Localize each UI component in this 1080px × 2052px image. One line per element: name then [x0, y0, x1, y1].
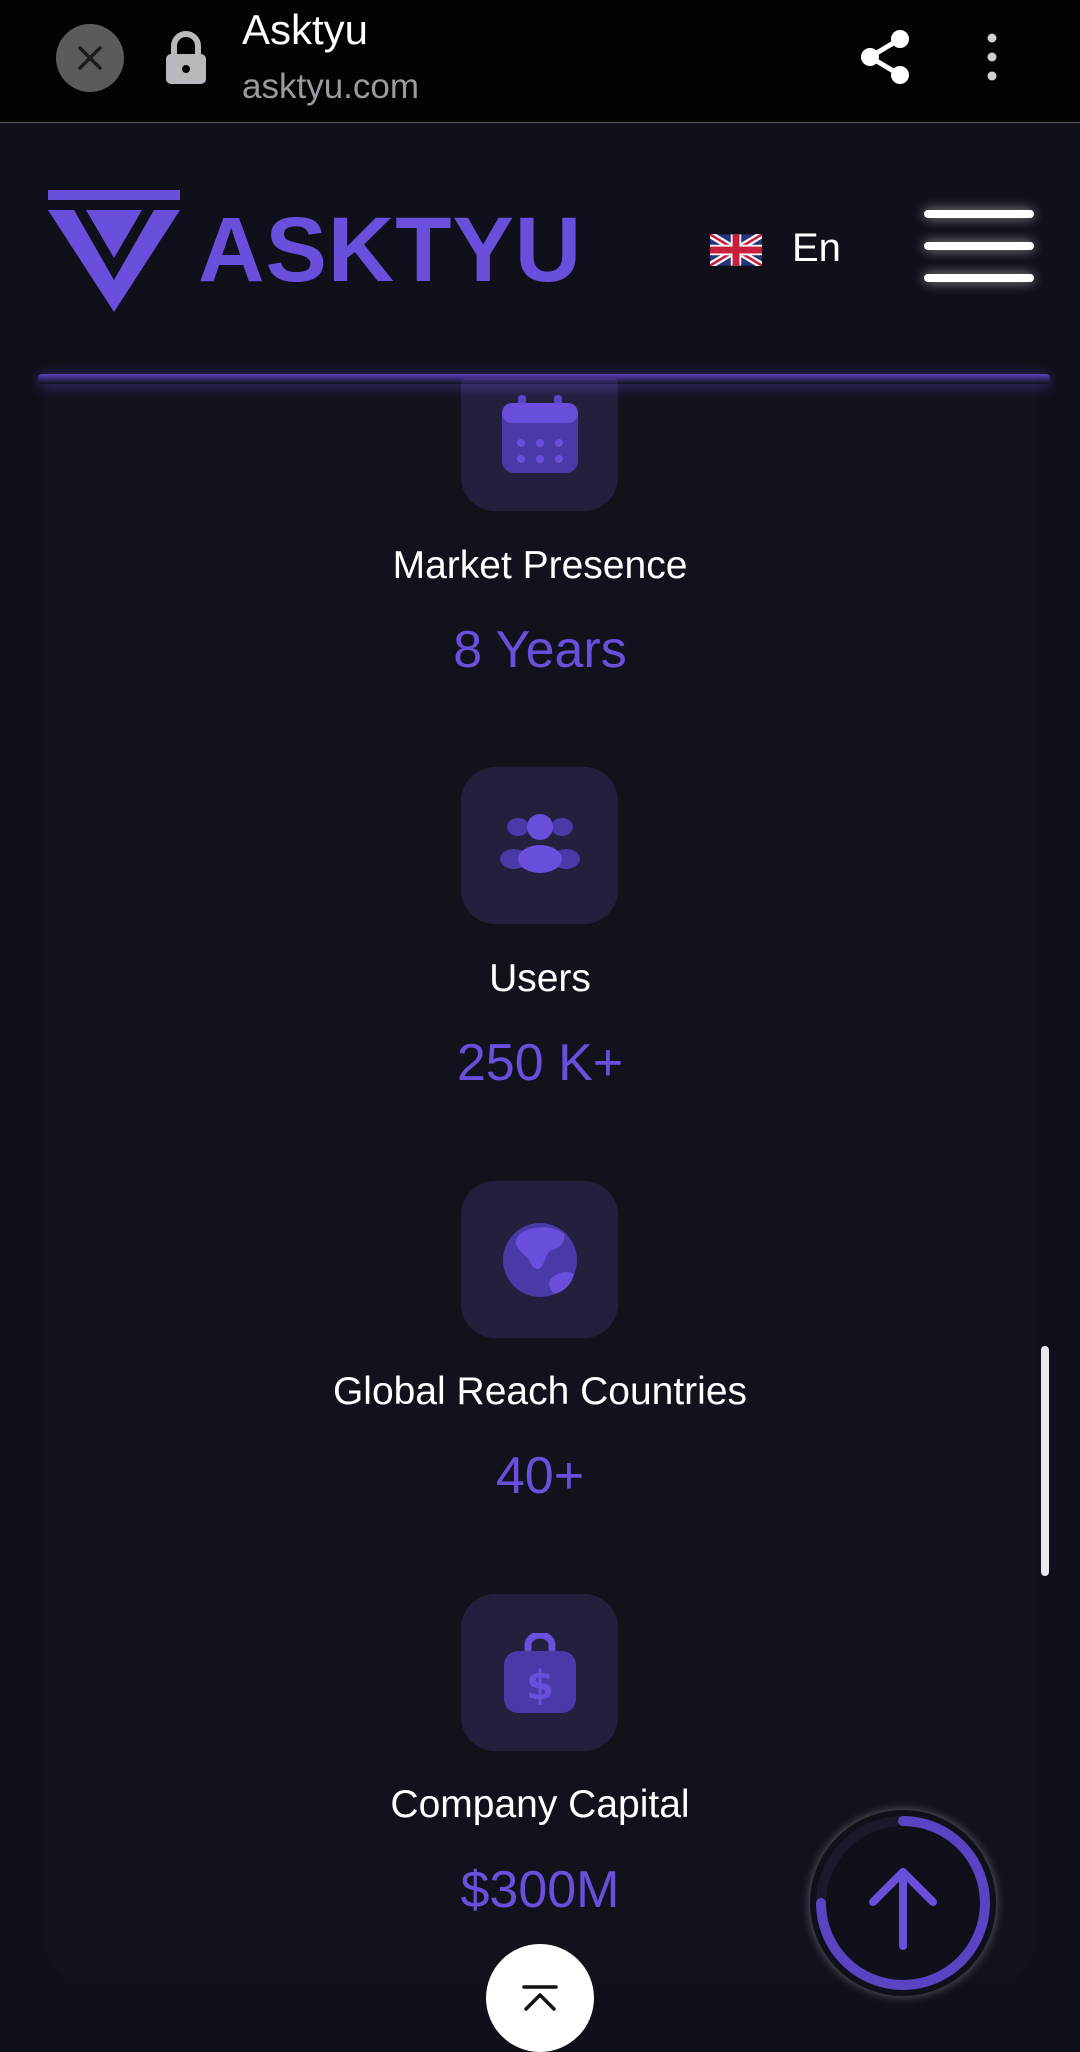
stat-value: 250 K+	[456, 1034, 624, 1092]
stat-value: 40+	[495, 1447, 585, 1505]
share-icon[interactable]	[856, 27, 916, 87]
menu-line	[924, 274, 1034, 282]
hamburger-menu-button[interactable]	[922, 206, 1038, 288]
stat-icon-tile	[461, 767, 618, 924]
scroll-up-button[interactable]	[486, 1944, 594, 2052]
close-icon	[78, 46, 102, 70]
logo-text[interactable]: ASKTYU	[198, 198, 582, 303]
lock-icon[interactable]	[163, 30, 209, 86]
stat-label: Global Reach Countries	[332, 1370, 748, 1413]
arrow-up-icon	[869, 1868, 937, 1950]
users-icon	[499, 813, 580, 873]
browser-toolbar: Asktyu asktyu.com	[0, 0, 1080, 123]
language-selector[interactable]: En	[792, 226, 841, 271]
money-bag-icon: $	[503, 1632, 576, 1713]
stat-label: Users	[489, 957, 591, 1000]
menu-line	[924, 242, 1034, 250]
uk-flag-icon[interactable]	[710, 234, 762, 266]
more-options-icon[interactable]	[972, 28, 1012, 88]
stat-label: Market Presence	[392, 544, 688, 587]
calendar-icon	[501, 394, 578, 473]
stat-value: 8 Years	[453, 621, 627, 679]
scrollbar-thumb[interactable]	[1041, 1346, 1049, 1576]
scroll-progress-ring	[816, 1816, 990, 1990]
menu-line	[924, 210, 1034, 218]
stat-icon-tile: $	[461, 1594, 618, 1751]
svg-text:$: $	[526, 1663, 554, 1709]
logo-mark-icon[interactable]	[46, 188, 182, 312]
close-tab-button[interactable]	[56, 24, 124, 92]
page-title[interactable]: Asktyu	[242, 6, 368, 54]
back-to-top-button[interactable]	[810, 1810, 996, 1996]
stat-icon-tile	[461, 1181, 618, 1338]
chevron-up-icon	[522, 1985, 558, 2011]
globe-icon	[502, 1222, 577, 1297]
page-url[interactable]: asktyu.com	[242, 67, 419, 107]
header-divider-glow	[38, 374, 1050, 384]
